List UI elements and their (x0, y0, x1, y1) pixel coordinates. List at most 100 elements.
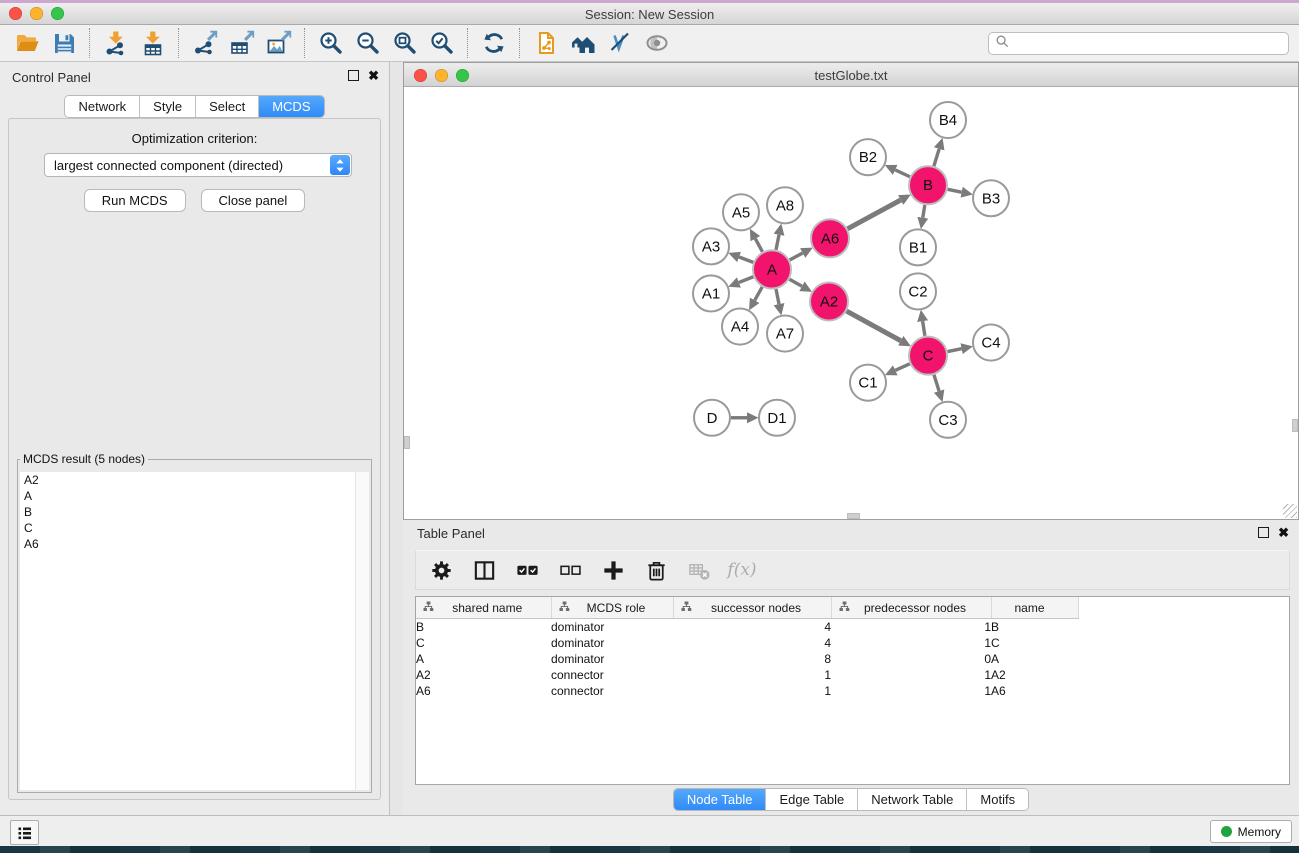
add-column-icon[interactable] (600, 557, 626, 583)
node-C3[interactable]: C3 (930, 402, 966, 438)
cell-shared-name[interactable]: A (416, 651, 551, 667)
cell-name[interactable]: A2 (991, 667, 1078, 683)
float-table-panel-icon[interactable] (1258, 527, 1269, 538)
gear-icon[interactable] (428, 557, 454, 583)
import-network-icon[interactable] (97, 27, 134, 59)
edge-B-B2[interactable] (895, 170, 910, 177)
table-row[interactable]: Cdominator41C (416, 635, 1289, 651)
search-input[interactable] (1014, 35, 1288, 51)
resize-grip[interactable] (1283, 504, 1297, 518)
table-row[interactable]: A6connector11A6 (416, 683, 1289, 699)
home-icon[interactable] (564, 27, 601, 59)
mcds-result-item[interactable]: A (20, 488, 369, 504)
mcds-result-item[interactable]: A6 (20, 536, 369, 552)
edge-C-C3[interactable] (934, 375, 939, 391)
edge-A-A6[interactable] (790, 253, 803, 260)
edge-A-A1[interactable] (739, 277, 753, 283)
cell-successor-nodes[interactable]: 4 (673, 619, 831, 636)
cell-name[interactable]: C (991, 635, 1078, 651)
dropdown-stepper-icon[interactable] (330, 155, 350, 175)
column-header-name[interactable]: name (991, 597, 1078, 619)
node-A8[interactable]: A8 (767, 187, 803, 223)
cell-shared-name[interactable]: A6 (416, 683, 551, 699)
cell-successor-nodes[interactable]: 4 (673, 635, 831, 651)
zoom-selected-icon[interactable] (423, 27, 460, 59)
search-box[interactable] (988, 32, 1289, 55)
edge-B-B3[interactable] (948, 189, 962, 192)
network-canvas[interactable]: AA1A2A3A4A5A6A7A8BB1B2B3B4CC1C2C3C4DD1 (404, 87, 1298, 519)
deselect-all-icon[interactable] (557, 557, 583, 583)
node-A2[interactable]: A2 (810, 282, 848, 320)
node-B2[interactable]: B2 (850, 139, 886, 175)
tab-network[interactable]: Network (65, 96, 140, 117)
bottom-scroll-thumb[interactable] (847, 513, 860, 519)
cell-successor-nodes[interactable]: 1 (673, 667, 831, 683)
tab-style[interactable]: Style (140, 96, 196, 117)
zoom-fit-icon[interactable] (386, 27, 423, 59)
tab-mcds[interactable]: MCDS (259, 96, 323, 117)
mcds-result-item[interactable]: C (20, 520, 369, 536)
edge-B-B1[interactable] (923, 205, 925, 218)
cell-predecessor-nodes[interactable]: 1 (831, 683, 991, 699)
column-header-shared-name[interactable]: shared name (416, 597, 551, 619)
run-mcds-button[interactable]: Run MCDS (84, 189, 186, 212)
criterion-dropdown[interactable]: largest connected component (directed) (44, 153, 352, 177)
zoom-out-icon[interactable] (349, 27, 386, 59)
column-header-successor-nodes[interactable]: successor nodes (673, 597, 831, 619)
column-header-mcds-role[interactable]: MCDS role (551, 597, 673, 619)
split-pane-icon[interactable] (471, 557, 497, 583)
close-panel-button[interactable]: Close panel (201, 189, 306, 212)
node-B3[interactable]: B3 (973, 180, 1009, 216)
column-header-predecessor-nodes[interactable]: predecessor nodes (831, 597, 991, 619)
cell-successor-nodes[interactable]: 1 (673, 683, 831, 699)
import-table-icon[interactable] (134, 27, 171, 59)
edge-A-A3[interactable] (739, 257, 753, 262)
edge-C-C2[interactable] (923, 321, 925, 336)
edge-A-A7[interactable] (776, 289, 779, 304)
edge-A2-C[interactable] (847, 311, 901, 341)
cell-shared-name[interactable]: B (416, 619, 551, 636)
delete-column-icon[interactable] (643, 557, 669, 583)
edge-A6-B[interactable] (848, 200, 901, 229)
task-history-button[interactable] (10, 820, 39, 845)
node-table[interactable]: shared nameMCDS rolesuccessor nodesprede… (415, 596, 1290, 785)
cell-shared-name[interactable]: A2 (416, 667, 551, 683)
export-image-icon[interactable] (260, 27, 297, 59)
cell-predecessor-nodes[interactable]: 0 (831, 651, 991, 667)
close-panel-icon[interactable]: ✖ (368, 70, 379, 81)
node-C4[interactable]: C4 (973, 325, 1009, 361)
tab-select[interactable]: Select (196, 96, 259, 117)
network-window-titlebar[interactable]: testGlobe.txt (404, 63, 1298, 87)
node-A3[interactable]: A3 (693, 228, 729, 264)
table-row[interactable]: Bdominator41B (416, 619, 1289, 636)
float-panel-icon[interactable] (348, 70, 359, 81)
right-scroll-thumb[interactable] (1292, 419, 1298, 432)
cell-successor-nodes[interactable]: 8 (673, 651, 831, 667)
zoom-in-icon[interactable] (312, 27, 349, 59)
node-C1[interactable]: C1 (850, 365, 886, 401)
edge-A-A8[interactable] (776, 235, 779, 250)
tab-node-table[interactable]: Node Table (674, 789, 767, 810)
node-B[interactable]: B (909, 166, 947, 204)
cell-predecessor-nodes[interactable]: 1 (831, 635, 991, 651)
table-row[interactable]: Adominator80A (416, 651, 1289, 667)
show-hide-icon[interactable] (638, 27, 675, 59)
left-scroll-thumb[interactable] (404, 436, 410, 449)
clone-network-icon[interactable] (527, 27, 564, 59)
export-network-icon[interactable] (186, 27, 223, 59)
table-row[interactable]: A2connector11A2 (416, 667, 1289, 683)
mcds-result-list[interactable]: A2ABCA6 (20, 472, 369, 790)
result-list-scrollbar[interactable] (355, 472, 369, 790)
edge-C-C1[interactable] (895, 364, 909, 370)
toggle-graphics-details-icon[interactable] (601, 27, 638, 59)
edge-B-B4[interactable] (934, 149, 939, 166)
node-A6[interactable]: A6 (811, 219, 849, 257)
cell-name[interactable]: A (991, 651, 1078, 667)
edge-C-C4[interactable] (948, 349, 962, 352)
close-table-panel-icon[interactable]: ✖ (1278, 527, 1289, 538)
select-all-icon[interactable] (514, 557, 540, 583)
cell-name[interactable]: A6 (991, 683, 1078, 699)
cell-mcds-role[interactable]: dominator (551, 651, 673, 667)
tab-network-table[interactable]: Network Table (858, 789, 967, 810)
cell-mcds-role[interactable]: connector (551, 667, 673, 683)
